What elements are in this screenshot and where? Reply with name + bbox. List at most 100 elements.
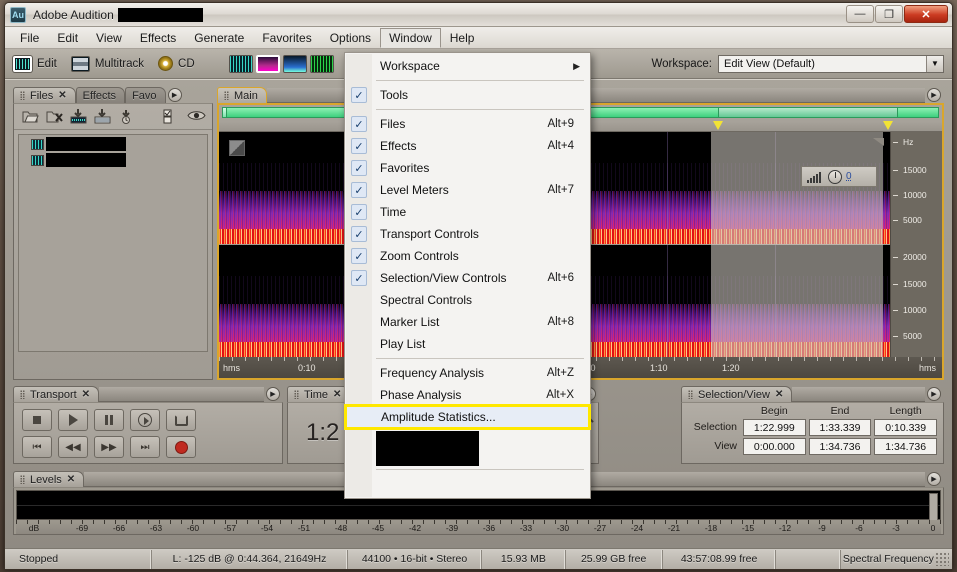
close-icon[interactable]: ✕ — [333, 389, 341, 400]
list-item[interactable] — [19, 135, 207, 151]
pause-button[interactable] — [94, 409, 124, 431]
menu-item-workspace[interactable]: Workspace ▶ — [345, 55, 590, 77]
tab-main[interactable]: Main — [217, 87, 267, 103]
menu-item-play-list[interactable]: Play List — [345, 333, 590, 355]
menu-item-marker-list[interactable]: Marker List Alt+8 — [345, 311, 590, 333]
panel-resize-grip-icon[interactable] — [873, 138, 884, 146]
tab-levels[interactable]: Levels ✕ — [13, 471, 85, 487]
play-from-cursor-button[interactable] — [130, 409, 160, 431]
menu-options[interactable]: Options — [321, 28, 380, 48]
tab-selection-view[interactable]: Selection/View ✕ — [681, 386, 793, 402]
range-bar-left-handle[interactable] — [223, 108, 227, 117]
record-button[interactable] — [166, 436, 196, 458]
go-to-beginning-button[interactable]: ⏮ — [22, 436, 52, 458]
eye-icon[interactable] — [187, 109, 206, 124]
multitrack-view-button[interactable]: Multitrack — [70, 55, 144, 72]
view-end-field[interactable]: 1:34.736 — [808, 438, 872, 455]
edit-view-button[interactable]: Edit — [13, 55, 57, 72]
menu-help[interactable]: Help — [441, 28, 484, 48]
menu-item-time[interactable]: ✓ Time — [345, 201, 590, 223]
selview-panel-menu-button[interactable]: ▶ — [927, 387, 941, 401]
spectral-phase-view-icon[interactable] — [309, 54, 334, 73]
range-bar-selection-segment[interactable] — [718, 107, 898, 118]
time-label-1-20: 1:20 — [722, 363, 740, 373]
menu-item-switch-to[interactable] — [345, 473, 590, 495]
rewind-button[interactable]: ◀◀ — [58, 436, 88, 458]
resize-grip-icon[interactable] — [935, 552, 949, 566]
menu-item-level-meters[interactable]: ✓ Level Meters Alt+7 — [345, 179, 590, 201]
transport-panel-menu-button[interactable]: ▶ — [266, 387, 280, 401]
selection-length-field[interactable]: 0:10.339 — [874, 419, 937, 436]
menu-item-frequency-analysis-shortcut: Alt+Z — [546, 367, 574, 379]
main-panel-menu-button[interactable]: ▶ — [927, 88, 941, 102]
stop-button[interactable] — [22, 409, 52, 431]
menu-effects[interactable]: Effects — [131, 28, 185, 48]
spectral-control-value[interactable]: 0 — [846, 171, 852, 182]
spectral-control-popup[interactable]: 0 — [801, 166, 877, 187]
menu-item-favorites[interactable]: ✓ Favorites — [345, 157, 590, 179]
menu-item-zoom-controls[interactable]: ✓ Zoom Controls — [345, 245, 590, 267]
close-icon[interactable]: ✕ — [775, 389, 783, 400]
level-tick--6: -6 — [855, 523, 863, 533]
files-panel: Files ✕ Effects Favo ▶ — [13, 86, 213, 380]
view-begin-field[interactable]: 0:00.000 — [743, 438, 806, 455]
menu-generate[interactable]: Generate — [185, 28, 253, 48]
tab-transport[interactable]: Transport ✕ — [13, 386, 100, 402]
menu-favorites[interactable]: Favorites — [253, 28, 320, 48]
menu-item-frequency-analysis[interactable]: Frequency Analysis Alt+Z — [345, 362, 590, 384]
files-list[interactable] — [18, 134, 208, 352]
menu-item-spectral-controls[interactable]: Spectral Controls — [345, 289, 590, 311]
minimize-button[interactable]: — — [846, 5, 874, 23]
selection-end-field[interactable]: 1:33.339 — [808, 419, 872, 436]
waveform-view-icon[interactable] — [228, 54, 253, 73]
fast-forward-button[interactable]: ▶▶ — [94, 436, 124, 458]
menu-item-tools[interactable]: ✓ Tools — [345, 84, 590, 106]
insert-into-cd-list-icon[interactable] — [94, 109, 111, 124]
chevron-down-icon[interactable]: ▼ — [926, 55, 943, 72]
selection-begin-field[interactable]: 1:22.999 — [743, 419, 806, 436]
list-item[interactable] — [19, 151, 207, 167]
go-to-end-button[interactable]: ⏭ — [130, 436, 160, 458]
menu-item-amplitude-statistics[interactable]: Amplitude Statistics... — [344, 404, 591, 430]
close-button[interactable]: ✕ — [904, 5, 948, 23]
menu-item-selection-view-controls[interactable]: ✓ Selection/View Controls Alt+6 — [345, 267, 590, 289]
files-panel-menu-button[interactable]: ▶ — [167, 88, 182, 102]
menu-view[interactable]: View — [87, 28, 131, 48]
menu-file[interactable]: File — [11, 28, 48, 48]
close-icon[interactable]: ✕ — [58, 90, 66, 101]
menu-window[interactable]: Window — [380, 27, 441, 48]
time-display: 1:2 — [306, 419, 340, 446]
insert-into-multitrack-icon[interactable] — [70, 109, 87, 124]
close-icon[interactable]: ✕ — [67, 474, 75, 485]
spectral-frequency-view-icon[interactable] — [255, 54, 280, 73]
tab-files[interactable]: Files ✕ — [13, 87, 76, 103]
workspace-select[interactable]: Edit View (Default) ▼ — [718, 54, 944, 73]
close-icon[interactable]: ✕ — [82, 389, 90, 400]
title-redaction-block — [117, 7, 203, 22]
menu-edit[interactable]: Edit — [48, 28, 87, 48]
play-button[interactable] — [58, 409, 88, 431]
menu-item-amplitude-statistics-label: Amplitude Statistics... — [381, 410, 496, 424]
tab-favorites[interactable]: Favo — [125, 87, 166, 103]
menu-item-phase-analysis[interactable]: Phase Analysis Alt+X — [345, 384, 590, 406]
open-file-icon[interactable] — [22, 109, 39, 124]
tab-time[interactable]: Time ✕ — [287, 386, 351, 402]
clip-corner-handle[interactable] — [229, 140, 245, 156]
knob-icon[interactable] — [828, 169, 842, 184]
selection-start-marker-icon[interactable] — [713, 121, 723, 130]
menu-item-transport-controls[interactable]: ✓ Transport Controls — [345, 223, 590, 245]
selection-end-marker-icon[interactable] — [883, 121, 893, 130]
view-length-field[interactable]: 1:34.736 — [874, 438, 937, 455]
levels-panel-menu-button[interactable]: ▶ — [927, 472, 941, 486]
maximize-button[interactable]: ❐ — [875, 5, 903, 23]
file-info-icon[interactable] — [118, 109, 135, 124]
loop-button[interactable] — [166, 409, 196, 431]
clip-indicator[interactable] — [929, 493, 938, 521]
show-options-icon[interactable] — [163, 109, 180, 124]
tab-effects[interactable]: Effects — [75, 87, 126, 103]
close-file-icon[interactable] — [46, 109, 63, 124]
menu-item-effects[interactable]: ✓ Effects Alt+4 — [345, 135, 590, 157]
cd-view-button[interactable]: CD — [158, 56, 195, 71]
spectral-pan-view-icon[interactable] — [282, 54, 307, 73]
menu-item-files[interactable]: ✓ Files Alt+9 — [345, 113, 590, 135]
